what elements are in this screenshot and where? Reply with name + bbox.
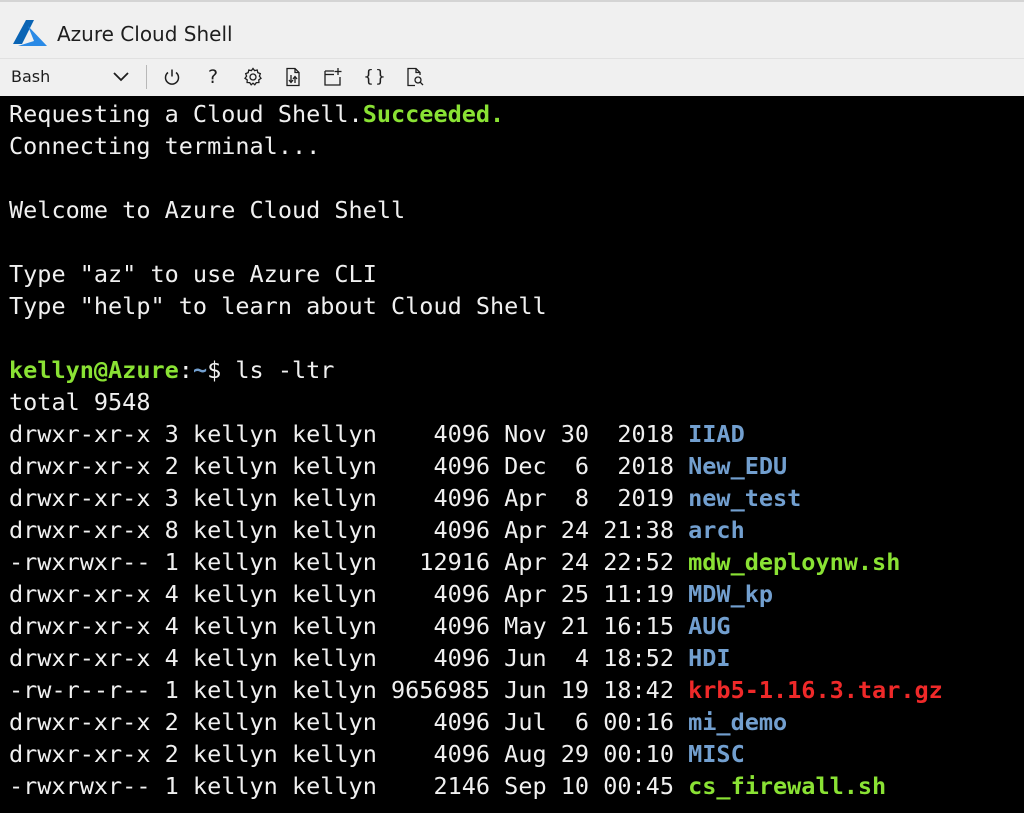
- terminal-line: Connecting terminal...: [9, 132, 321, 160]
- command-prompt: kellyn@Azure:~$ ls -ltr: [9, 356, 335, 384]
- listing-row-meta: drwxr-xr-x 4 kellyn kellyn 4096 May 21 1…: [9, 612, 689, 640]
- listing-row-meta: drwxr-xr-x 2 kellyn kellyn 4096 Jul 6 00…: [9, 708, 689, 736]
- azure-logo-icon: [13, 20, 47, 46]
- question-icon: ?: [207, 66, 219, 88]
- prompt-path: ~: [192, 356, 208, 384]
- listing-row-name: krb5-1.16.3.tar.gz: [688, 676, 943, 704]
- listing-row: -rwxrwxr-- 1 kellyn kellyn 12916 Apr 24 …: [0, 546, 1024, 578]
- listing-row-meta: drwxr-xr-x 4 kellyn kellyn 4096 Jun 4 18…: [9, 644, 689, 672]
- prompt-command: ls -ltr: [235, 356, 335, 384]
- listing-row-meta: drwxr-xr-x 4 kellyn kellyn 4096 Apr 25 1…: [9, 580, 689, 608]
- listing-row: -rw-r--r-- 1 kellyn kellyn 9656985 Jun 1…: [0, 674, 1024, 706]
- title-bar: Azure Cloud Shell: [0, 0, 1024, 58]
- listing-row-name: mi_demo: [688, 708, 788, 736]
- listing-row-meta: drwxr-xr-x 8 kellyn kellyn 4096 Apr 24 2…: [9, 516, 689, 544]
- listing-row-meta: drwxr-xr-x 3 kellyn kellyn 4096 Apr 8 20…: [9, 484, 689, 512]
- hint-help: Type "help" to learn about Cloud Shell: [9, 292, 547, 320]
- listing-row: drwxr-xr-x 3 kellyn kellyn 4096 Apr 8 20…: [0, 482, 1024, 514]
- shell-type-label: Bash: [11, 67, 51, 86]
- listing-row-name: MISC: [688, 740, 745, 768]
- toolbar-divider: [146, 65, 147, 89]
- terminal[interactable]: Requesting a Cloud Shell.Succeeded. Conn…: [0, 96, 1024, 813]
- cloud-shell-window: Azure Cloud Shell Bash ? {} Requesting a…: [0, 0, 1024, 813]
- window-title: Azure Cloud Shell: [57, 22, 233, 46]
- hint-az: Type "az" to use Azure CLI: [9, 260, 377, 288]
- settings-button[interactable]: [240, 64, 266, 90]
- prompt-user-host: kellyn@Azure: [9, 356, 179, 384]
- listing-row-name: mdw_deploynw.sh: [688, 548, 901, 576]
- listing-row: drwxr-xr-x 2 kellyn kellyn 4096 Jul 6 00…: [0, 706, 1024, 738]
- web-preview-button[interactable]: [402, 64, 428, 90]
- listing-row-meta: -rw-r--r-- 1 kellyn kellyn 9656985 Jun 1…: [9, 676, 689, 704]
- listing-row-meta: -rwxrwxr-- 1 kellyn kellyn 12916 Apr 24 …: [9, 548, 689, 576]
- welcome-message: Welcome to Azure Cloud Shell: [9, 196, 406, 224]
- chevron-down-icon: [113, 72, 129, 82]
- upload-download-button[interactable]: [280, 64, 306, 90]
- listing-row: drwxr-xr-x 4 kellyn kellyn 4096 Apr 25 1…: [0, 578, 1024, 610]
- file-transfer-icon: [286, 67, 300, 87]
- restart-power-button[interactable]: [159, 64, 185, 90]
- listing-row-name: New_EDU: [688, 452, 788, 480]
- listing-row: drwxr-xr-x 4 kellyn kellyn 4096 May 21 1…: [0, 610, 1024, 642]
- listing-row-meta: drwxr-xr-x 2 kellyn kellyn 4096 Aug 29 0…: [9, 740, 689, 768]
- listing-row: drwxr-xr-x 2 kellyn kellyn 4096 Aug 29 0…: [0, 738, 1024, 770]
- listing-row-name: new_test: [688, 484, 802, 512]
- listing-row-name: IIAD: [688, 420, 745, 448]
- listing-row: drwxr-xr-x 3 kellyn kellyn 4096 Nov 30 2…: [0, 418, 1024, 450]
- power-icon: [164, 69, 180, 85]
- listing-row: drwxr-xr-x 8 kellyn kellyn 4096 Apr 24 2…: [0, 514, 1024, 546]
- help-button[interactable]: ?: [200, 64, 226, 90]
- editor-button[interactable]: {}: [362, 64, 388, 90]
- new-session-button[interactable]: [320, 64, 346, 90]
- directory-listing: drwxr-xr-x 3 kellyn kellyn 4096 Nov 30 2…: [0, 418, 1024, 802]
- listing-row-name: MDW_kp: [688, 580, 774, 608]
- listing-row-meta: -rwxrwxr-- 1 kellyn kellyn 2146 Sep 10 0…: [9, 772, 689, 800]
- new-window-icon: [324, 68, 342, 86]
- listing-row: drwxr-xr-x 4 kellyn kellyn 4096 Jun 4 18…: [0, 642, 1024, 674]
- listing-row: -rwxrwxr-- 1 kellyn kellyn 2146 Sep 10 0…: [0, 770, 1024, 802]
- shell-type-select[interactable]: Bash: [0, 59, 140, 95]
- gear-icon: [244, 67, 262, 86]
- toolbar: Bash ? {}: [0, 58, 1024, 96]
- braces-icon: {}: [363, 67, 387, 87]
- listing-row-meta: drwxr-xr-x 3 kellyn kellyn 4096 Nov 30 2…: [9, 420, 689, 448]
- terminal-line: Requesting a Cloud Shell.Succeeded.: [9, 100, 505, 128]
- status-succeeded: Succeeded.: [362, 100, 505, 128]
- listing-row: drwxr-xr-x 2 kellyn kellyn 4096 Dec 6 20…: [0, 450, 1024, 482]
- listing-row-name: HDI: [688, 644, 731, 672]
- listing-total: total 9548: [9, 388, 151, 416]
- listing-row-name: cs_firewall.sh: [688, 772, 887, 800]
- web-preview-icon: [407, 67, 424, 87]
- listing-row-name: arch: [688, 516, 745, 544]
- listing-row-meta: drwxr-xr-x 2 kellyn kellyn 4096 Dec 6 20…: [9, 452, 689, 480]
- listing-row-name: AUG: [688, 612, 731, 640]
